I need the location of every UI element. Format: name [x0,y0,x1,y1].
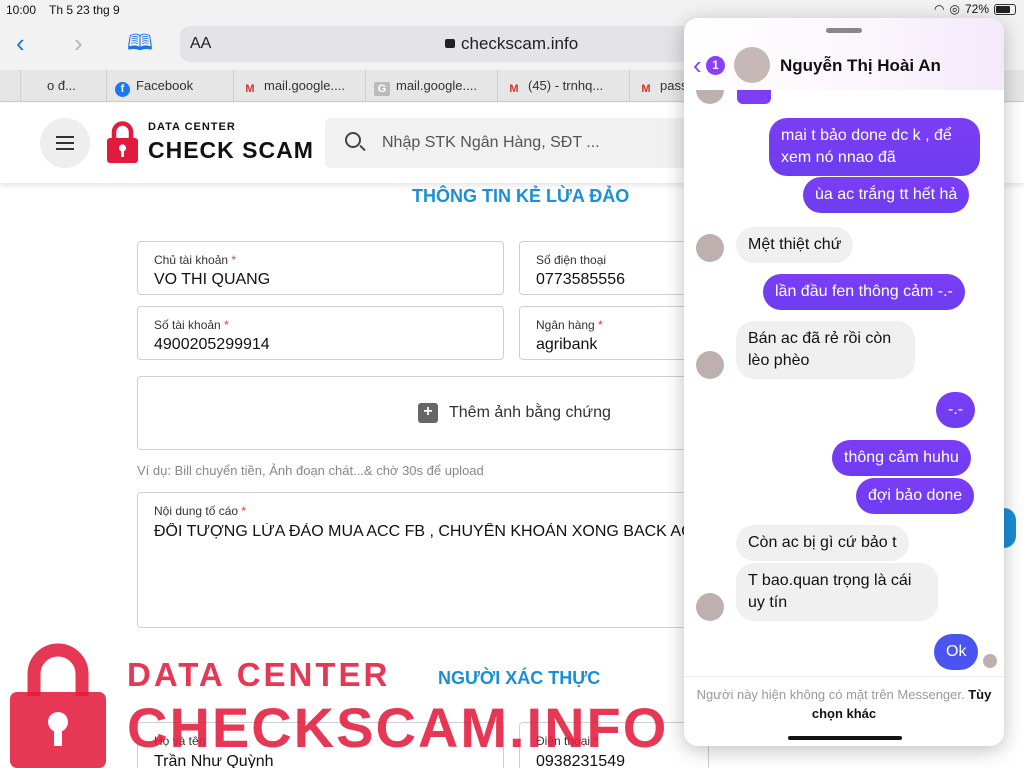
battery-percent: 72% [964,2,989,16]
upload-label: Thêm ảnh bằng chứng [449,404,611,421]
tab-facebook[interactable]: f Facebook [106,70,233,102]
messenger-chat-panel: ‹ 1 Nguyễn Thị Hoài An mai t bảo done dc… [684,18,1004,746]
bookmarks-book-icon[interactable]: 🕮 [127,30,153,56]
drag-handle[interactable] [826,28,862,33]
message-incoming[interactable]: Mệt thiệt chứ [736,227,854,263]
verifier-title: NGƯỜI XÁC THỰC [438,668,601,688]
message-outgoing[interactable]: mai t bảo done dc k , để xem nó nnao đã [769,118,980,176]
watermark-line-1: DATA CENTER [127,656,391,693]
message-outgoing[interactable]: ùa ac trắng tt hết hả [803,177,970,213]
upload-evidence-button[interactable]: + Thêm ảnh bằng chứng [137,376,697,450]
back-arrow-icon[interactable]: ‹ [16,30,25,56]
message-outgoing[interactable]: đợi bảo done [856,478,975,514]
tab-gmail-1[interactable]: Mmail.google.... [233,70,365,102]
sticker-fragment [737,90,771,104]
field-label: Số tài khoản * [154,318,229,332]
account-name-field[interactable]: Chủ tài khoản * VO THI QUANG [137,241,504,295]
floating-action-button[interactable] [1004,508,1016,548]
orientation-lock-icon: ◎ [949,2,960,16]
message-incoming[interactable]: T bao.quan trọng là cái uy tín [736,563,938,621]
chat-header: ‹ 1 Nguyễn Thị Hoài An [684,18,1004,90]
account-number-field[interactable]: Số tài khoản * 4900205299914 [137,306,504,360]
facebook-icon: f [115,82,130,97]
tab-0[interactable]: o đ... [20,70,106,102]
generic-favicon-icon: G [374,82,390,96]
status-bar: 10:00 Th 5 23 thg 9 ◠ ◎ 72% [0,0,1024,20]
phone-value: 0773585556 [536,271,625,288]
message-outgoing[interactable]: Ok [934,634,979,670]
status-date: Th 5 23 thg 9 [49,3,120,17]
battery-icon [994,3,1016,15]
unread-badge[interactable]: 1 [706,56,725,75]
scammer-info-title: THÔNG TIN KẺ LỪA ĐẢO [412,186,630,206]
upload-hint: Ví dụ: Bill chuyển tiền, Ảnh đoạn chát..… [137,463,484,478]
seen-avatar [983,654,997,668]
report-content-value: ĐỐI TƯỢNG LỪA ĐẢO MUA ACC FB , CHUYỂN KH… [154,523,706,540]
field-label: Nội dung tố cáo * [154,504,247,518]
url-text: checkscam.info [445,34,578,54]
tab-label: o đ... [47,78,76,93]
field-label: Số điện thoại [536,253,607,267]
status-time: 10:00 [6,3,37,17]
phone-field[interactable]: Số điện thoại 0773585556 [519,241,709,295]
tab-label: mail.google.... [396,78,477,93]
tab-label: mail.google.... [264,78,345,93]
account-number-value: 4900205299914 [154,336,270,353]
forward-arrow-icon[interactable]: › [74,30,83,56]
avatar [696,351,724,379]
offline-notice: Người này hiện không có mặt trên Messeng… [696,687,965,702]
report-content-field[interactable]: Nội dung tố cáo * ĐỐI TƯỢNG LỪA ĐẢO MUA … [137,492,707,628]
menu-line [56,142,74,144]
avatar [696,593,724,621]
tab-gmail-3[interactable]: M (45) - trnhq... [497,70,629,102]
watermark-line-2: CHECKSCAM.INFO [127,696,669,759]
message-outgoing[interactable]: thông cảm huhu [832,440,971,476]
hamburger-menu-button[interactable] [40,118,90,168]
avatar [696,90,724,104]
status-indicators: ◠ ◎ 72% [934,2,1016,16]
back-chevron-icon[interactable]: ‹ [693,52,702,78]
contact-avatar[interactable] [734,47,770,83]
bank-field[interactable]: Ngân hàng * agribank [519,306,709,360]
tab-label: Facebook [136,78,194,93]
tab-gmail-4[interactable]: Mpass [629,70,689,102]
home-indicator[interactable] [788,736,902,740]
message-incoming[interactable]: Còn ac bị gì cứ bảo t [736,525,909,561]
message-incoming[interactable]: Bán ac đã rẻ rồi còn lèo phèo [736,321,915,379]
message-outgoing[interactable]: lần đầu fen thông cảm -.- [763,274,965,310]
tab-label: (45) - trnhq... [528,78,604,93]
gmail-icon: M [245,83,255,95]
watermark-padlock-icon [10,643,106,768]
menu-line [56,136,74,138]
gmail-icon: M [641,83,651,95]
message-outgoing[interactable]: -.- [936,392,976,428]
lock-icon [445,39,455,48]
wifi-icon: ◠ [934,2,945,16]
add-photo-icon: + [418,403,438,423]
logo-title[interactable]: CHECK SCAM [148,137,314,164]
field-label: Ngân hàng * [536,318,603,332]
logo-subtitle: DATA CENTER [148,121,236,133]
text-size-button[interactable]: AA [190,35,211,53]
gmail-icon: M [509,83,519,95]
padlock-logo-icon[interactable] [106,121,139,163]
search-placeholder: Nhập STK Ngân Hàng, SĐT ... [382,134,600,151]
tab-gmail-2[interactable]: Gmail.google.... [365,70,497,102]
avatar [696,234,724,262]
search-box[interactable]: Nhập STK Ngân Hàng, SĐT ... [325,118,745,168]
menu-line [56,148,74,150]
contact-name[interactable]: Nguyễn Thị Hoài An [780,56,941,76]
field-label: Chủ tài khoản * [154,253,237,267]
account-name-value: VO THI QUANG [154,271,271,288]
search-icon [345,132,361,148]
bank-value: agribank [536,336,598,353]
